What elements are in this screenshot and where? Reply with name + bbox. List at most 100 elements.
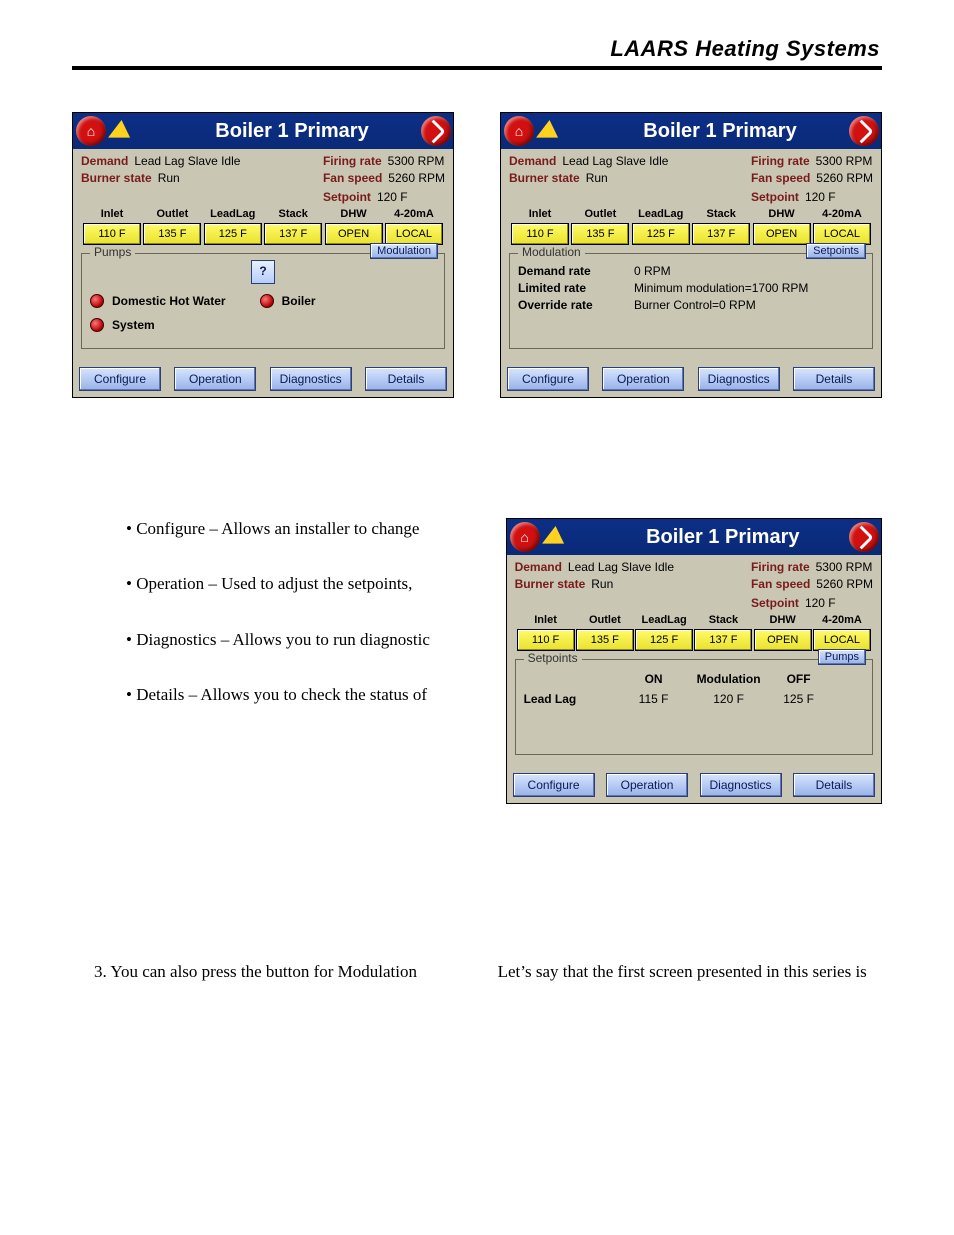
value-button[interactable]: LOCAL (813, 629, 871, 651)
fieldset-legend: Pumps (90, 245, 135, 259)
firing-label: Firing rate (751, 153, 810, 170)
col-header: Stack (692, 208, 750, 220)
demand-label: Demand (509, 153, 556, 170)
value-button[interactable]: 110 F (511, 223, 569, 245)
configure-button[interactable]: Configure (79, 367, 161, 391)
bullet-list: Configure – Allows an installer to chang… (72, 518, 506, 804)
col-header: LeadLag (632, 208, 690, 220)
bell-icon[interactable] (541, 526, 566, 548)
sp-off-value: 125 F (774, 692, 824, 706)
sp-header-on: ON (624, 672, 684, 686)
setpoint-value: 120 F (805, 189, 836, 206)
demand-value: Lead Lag Slave Idle (134, 153, 240, 170)
page-header: LAARS Heating Systems (72, 36, 882, 70)
setpoint-value: 120 F (377, 189, 408, 206)
burner-value: Run (158, 170, 180, 187)
demand-rate-value: 0 RPM (634, 264, 671, 278)
hmi-panel-setpoints: ⌂ Boiler 1 Primary DemandLead Lag Slave … (506, 518, 882, 804)
body-text: Let’s say that the first screen presente… (498, 962, 882, 982)
value-button[interactable]: 135 F (571, 223, 629, 245)
sp-header-mod: Modulation (684, 672, 774, 686)
col-header: DHW (325, 208, 383, 220)
status-led (260, 294, 274, 308)
bell-icon[interactable] (535, 120, 560, 142)
col-header: DHW (754, 614, 812, 626)
firing-label: Firing rate (323, 153, 382, 170)
title-bar: ⌂ Boiler 1 Primary (501, 113, 881, 149)
firing-value: 5300 RPM (388, 153, 445, 170)
fieldset-legend: Modulation (518, 245, 585, 259)
value-button[interactable]: 110 F (83, 223, 141, 245)
col-header: Inlet (511, 208, 569, 220)
col-header: 4-20mA (813, 208, 871, 220)
demand-value: Lead Lag Slave Idle (568, 559, 674, 576)
help-icon[interactable]: ? (251, 260, 275, 284)
override-rate-value: Burner Control=0 RPM (634, 298, 756, 312)
value-button[interactable]: 137 F (692, 223, 750, 245)
details-button[interactable]: Details (793, 773, 875, 797)
pump-system-label: System (112, 318, 155, 332)
burner-label: Burner state (509, 170, 580, 187)
pumps-button[interactable]: Pumps (818, 649, 866, 665)
details-button[interactable]: Details (793, 367, 875, 391)
back-icon[interactable] (421, 116, 451, 146)
demand-label: Demand (515, 559, 562, 576)
configure-button[interactable]: Configure (513, 773, 595, 797)
firing-value: 5300 RPM (816, 153, 873, 170)
setpoint-label: Setpoint (751, 595, 799, 612)
diagnostics-button[interactable]: Diagnostics (698, 367, 780, 391)
operation-button[interactable]: Operation (602, 367, 684, 391)
override-rate-label: Override rate (518, 298, 634, 312)
setpoint-value: 120 F (805, 595, 836, 612)
back-icon[interactable] (849, 522, 879, 552)
setpoints-button[interactable]: Setpoints (806, 243, 866, 259)
modulation-button[interactable]: Modulation (370, 243, 438, 259)
demand-rate-label: Demand rate (518, 264, 634, 278)
value-button[interactable]: 125 F (635, 629, 693, 651)
value-button[interactable]: LOCAL (385, 223, 443, 245)
home-icon[interactable]: ⌂ (510, 522, 540, 552)
fan-value: 5260 RPM (816, 576, 873, 593)
diagnostics-button[interactable]: Diagnostics (270, 367, 352, 391)
value-button[interactable]: OPEN (754, 629, 812, 651)
value-button[interactable]: 125 F (632, 223, 690, 245)
col-header: Inlet (83, 208, 141, 220)
value-button[interactable]: 135 F (576, 629, 634, 651)
value-button[interactable]: OPEN (753, 223, 811, 245)
operation-button[interactable]: Operation (606, 773, 688, 797)
diagnostics-button[interactable]: Diagnostics (700, 773, 782, 797)
numbered-item: 3. You can also press the button for Mod… (94, 962, 498, 982)
limited-rate-label: Limited rate (518, 281, 634, 295)
back-icon[interactable] (849, 116, 879, 146)
sp-header-off: OFF (774, 672, 824, 686)
details-button[interactable]: Details (365, 367, 447, 391)
value-button[interactable]: 110 F (517, 629, 575, 651)
value-button[interactable]: 137 F (264, 223, 322, 245)
fan-value: 5260 RPM (388, 170, 445, 187)
col-header: 4-20mA (385, 208, 443, 220)
col-header: 4-20mA (813, 614, 871, 626)
value-button[interactable]: OPEN (325, 223, 383, 245)
setpoint-label: Setpoint (751, 189, 799, 206)
fieldset-legend: Setpoints (524, 651, 582, 665)
operation-button[interactable]: Operation (174, 367, 256, 391)
panel-title: Boiler 1 Primary (131, 120, 453, 143)
value-button[interactable]: 125 F (204, 223, 262, 245)
fan-value: 5260 RPM (816, 170, 873, 187)
value-button[interactable]: 135 F (143, 223, 201, 245)
value-button[interactable]: 137 F (694, 629, 752, 651)
burner-label: Burner state (515, 576, 586, 593)
value-button[interactable]: LOCAL (813, 223, 871, 245)
bell-icon[interactable] (107, 120, 132, 142)
firing-value: 5300 RPM (816, 559, 873, 576)
bullet-item: Details – Allows you to check the status… (142, 684, 506, 705)
bullet-item: Diagnostics – Allows you to run diagnost… (142, 629, 506, 650)
col-header: Stack (694, 614, 752, 626)
home-icon[interactable]: ⌂ (504, 116, 534, 146)
fan-label: Fan speed (751, 170, 810, 187)
limited-rate-value: Minimum modulation=1700 RPM (634, 281, 808, 295)
sp-on-value: 115 F (624, 692, 684, 706)
configure-button[interactable]: Configure (507, 367, 589, 391)
burner-value: Run (586, 170, 608, 187)
home-icon[interactable]: ⌂ (76, 116, 106, 146)
